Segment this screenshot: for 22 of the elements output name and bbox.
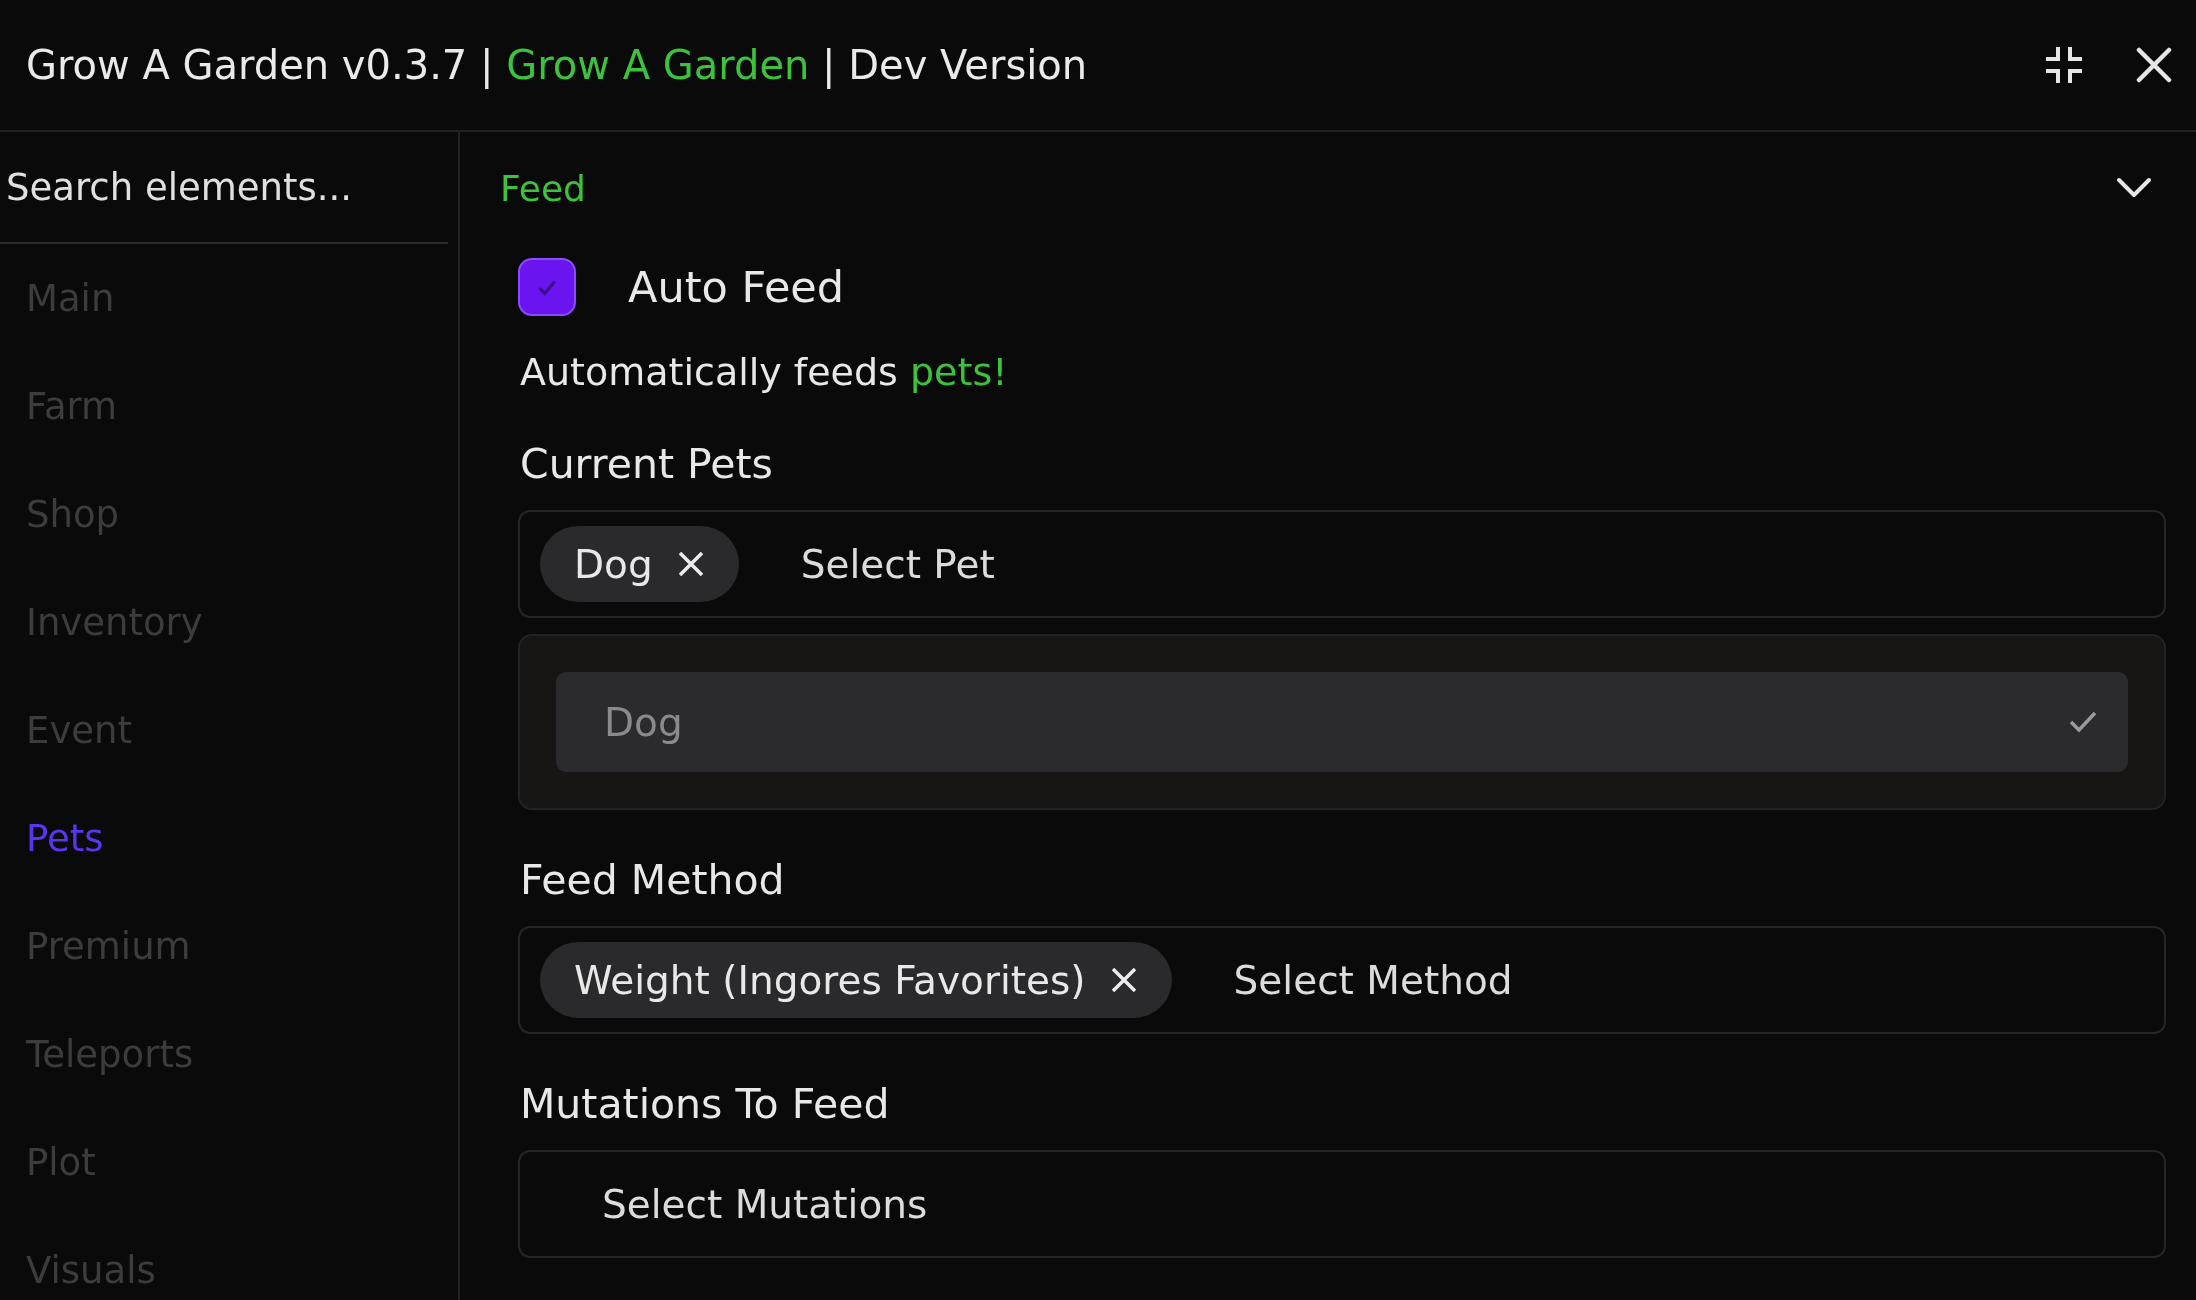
description-text: Automatically feeds pets!	[520, 350, 1009, 394]
multiselect-field[interactable]: Select Mutations	[518, 1150, 2166, 1258]
dropdown-option[interactable]: Dog	[556, 672, 2128, 772]
search-field[interactable]: Search elements...	[0, 165, 446, 209]
field-label: Mutations To Feed	[520, 1080, 891, 1128]
close-icon[interactable]	[2136, 47, 2172, 83]
field-label: Feed Method	[520, 856, 786, 904]
checkbox-label: Auto Feed	[628, 262, 845, 312]
selected-chip[interactable]: Dog	[540, 526, 739, 602]
check-icon	[2068, 710, 2098, 734]
remove-icon[interactable]	[1109, 966, 1138, 994]
chevron-icon[interactable]	[2116, 177, 2152, 199]
window-title: Grow A Garden v0.3.7 | Grow A Garden | Dev Version	[26, 42, 1088, 88]
remove-icon[interactable]	[676, 550, 705, 578]
selected-chip[interactable]: Weight (Ingores Favorites)	[540, 942, 1172, 1018]
multiselect-field[interactable]: Weight (Ingores Favorites) Select Method	[518, 926, 2166, 1034]
section-title: Feed	[500, 167, 586, 209]
minimize-icon[interactable]	[2044, 45, 2084, 85]
multiselect-field[interactable]: Dog Select Pet	[518, 510, 2166, 618]
field-label: Current Pets	[520, 440, 774, 488]
sidebar-item[interactable]: Pets	[0, 784, 458, 892]
checkbox[interactable]	[518, 258, 576, 316]
